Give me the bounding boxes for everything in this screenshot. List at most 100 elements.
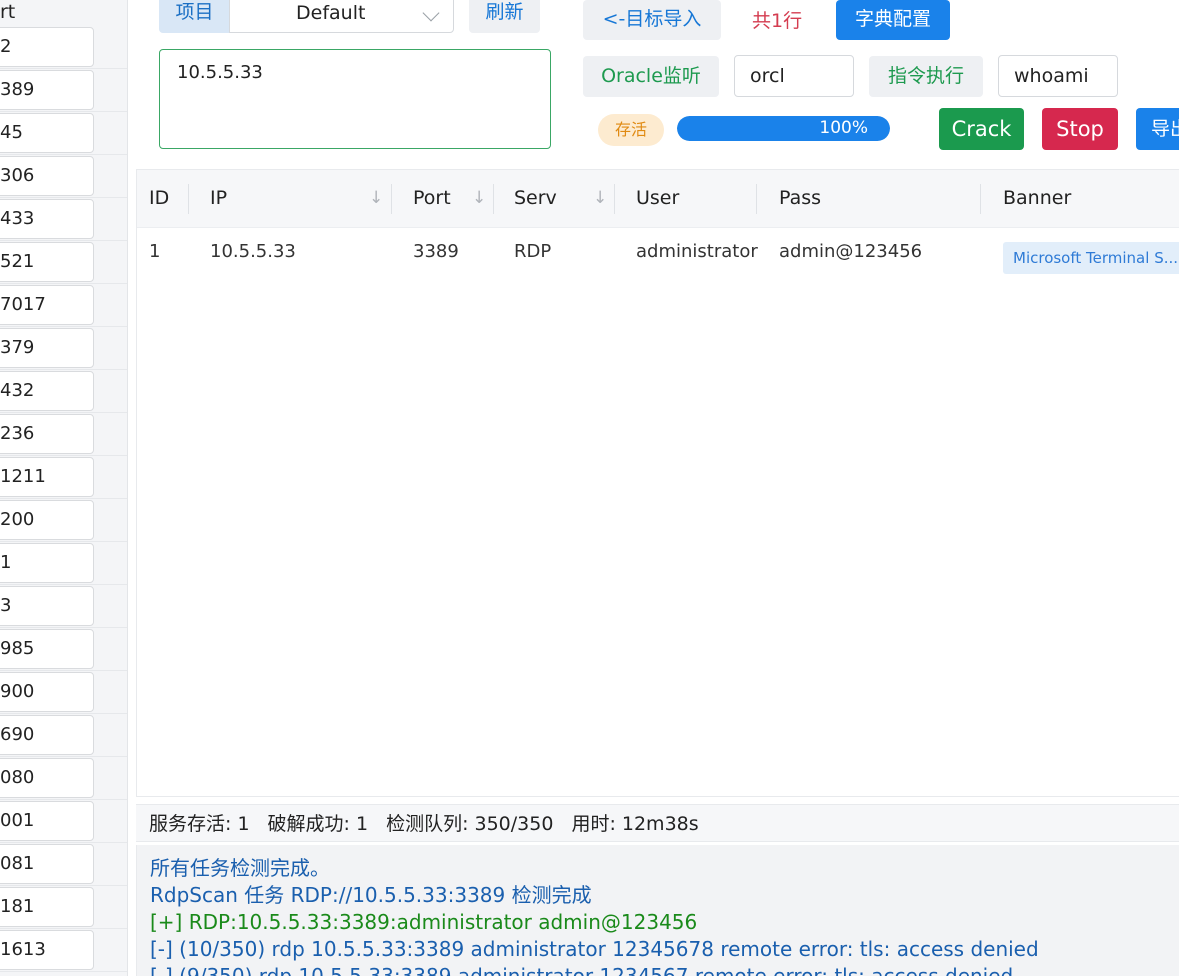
column-divider[interactable] — [391, 184, 392, 214]
cell-user: administrator — [636, 241, 758, 262]
port-row: 2 — [0, 26, 127, 69]
port-input[interactable]: 1613 — [0, 930, 94, 970]
results-table: ID IP ↓ Port ↓ Serv ↓ User Pass Banner 1… — [136, 169, 1179, 797]
port-row: 1 — [0, 542, 127, 585]
port-input[interactable]: 690 — [0, 715, 94, 755]
log-panel[interactable]: 所有任务检测完成。 RdpScan 任务 RDP://10.5.5.33:338… — [136, 845, 1179, 976]
port-row: 690 — [0, 714, 127, 757]
column-divider[interactable] — [493, 184, 494, 214]
port-row: 389 — [0, 69, 127, 112]
port-row: 1613 — [0, 929, 127, 972]
log-line: RdpScan 任务 RDP://10.5.5.33:3389 检测完成 — [150, 883, 592, 907]
port-input[interactable]: 7017 — [0, 285, 94, 325]
column-header-pass[interactable]: Pass — [779, 170, 821, 227]
column-header-id[interactable]: ID — [149, 170, 169, 227]
cell-pass: admin@123456 — [779, 241, 923, 262]
port-input[interactable]: 1211 — [0, 457, 94, 497]
column-divider[interactable] — [614, 184, 615, 214]
port-input[interactable]: 236 — [0, 414, 94, 454]
port-input[interactable]: 080 — [0, 758, 94, 798]
chevron-down-icon — [422, 4, 440, 22]
port-row: 001 — [0, 800, 127, 843]
port-row: 900 — [0, 671, 127, 714]
export-button[interactable]: 导出 — [1136, 108, 1179, 150]
port-input[interactable]: 2 — [0, 27, 94, 67]
port-input[interactable]: 081 — [0, 844, 94, 884]
dict-config-button[interactable]: 字典配置 — [836, 0, 950, 40]
target-import-button[interactable]: <-目标导入 — [583, 0, 721, 40]
progress-text: 100% — [819, 118, 868, 138]
column-header-ip[interactable]: IP — [210, 170, 227, 227]
port-input[interactable]: 985 — [0, 629, 94, 669]
sort-arrow-icon[interactable]: ↓ — [472, 170, 486, 227]
port-row: 433 — [0, 198, 127, 241]
port-input[interactable]: 432 — [0, 371, 94, 411]
log-line: [-] (10/350) rdp 10.5.5.33:3389 administ… — [150, 937, 1039, 961]
column-header-banner[interactable]: Banner — [1003, 170, 1071, 227]
target-input[interactable]: 10.5.5.33 — [159, 49, 551, 149]
port-input[interactable]: 200 — [0, 500, 94, 540]
status-cracked: 破解成功: 1 — [267, 813, 369, 835]
column-header-serv[interactable]: Serv — [514, 170, 557, 227]
port-input[interactable]: 001 — [0, 801, 94, 841]
port-row: 081 — [0, 843, 127, 886]
port-row: 985 — [0, 628, 127, 671]
oracle-listener-button[interactable]: Oracle监听 — [583, 56, 719, 97]
command-exec-button[interactable]: 指令执行 — [869, 56, 983, 97]
port-input[interactable]: 181 — [0, 887, 94, 927]
port-row: 3 — [0, 585, 127, 628]
port-row: 521 — [0, 241, 127, 284]
port-list: 2 389 45 306 433 521 7017 379 432 236 12… — [0, 26, 127, 972]
port-sidebar: rt 2 389 45 306 433 521 7017 379 432 236… — [0, 0, 128, 976]
port-input[interactable]: 1 — [0, 543, 94, 583]
stop-button[interactable]: Stop — [1042, 108, 1118, 150]
port-row: 1211 — [0, 456, 127, 499]
column-divider[interactable] — [756, 184, 757, 214]
oracle-sid-input[interactable]: orcl — [734, 55, 854, 97]
port-column-header: rt — [0, 1, 16, 23]
port-row: 181 — [0, 886, 127, 929]
port-input[interactable]: 433 — [0, 199, 94, 239]
column-header-port[interactable]: Port — [413, 170, 451, 227]
port-row: 306 — [0, 155, 127, 198]
log-line-success: [+] RDP:10.5.5.33:3389:administrator adm… — [150, 910, 698, 934]
column-header-user[interactable]: User — [636, 170, 679, 227]
project-select-value: Default — [296, 2, 366, 24]
status-elapsed: 用时: 12m38s — [571, 813, 699, 835]
port-row: 7017 — [0, 284, 127, 327]
sort-arrow-icon[interactable]: ↓ — [593, 170, 607, 227]
column-divider[interactable] — [188, 184, 189, 214]
cell-banner-tag: Microsoft Terminal S... — [1003, 242, 1179, 274]
port-input[interactable]: 379 — [0, 328, 94, 368]
table-header: ID IP ↓ Port ↓ Serv ↓ User Pass Banner — [137, 170, 1179, 228]
port-row: 200 — [0, 499, 127, 542]
project-select[interactable]: Default — [229, 0, 454, 33]
crack-button[interactable]: Crack — [939, 108, 1024, 150]
port-input[interactable]: 45 — [0, 113, 94, 153]
port-input[interactable]: 306 — [0, 156, 94, 196]
refresh-button[interactable]: 刷新 — [469, 0, 540, 33]
port-row: 379 — [0, 327, 127, 370]
column-divider[interactable] — [980, 184, 981, 214]
command-input[interactable]: whoami — [998, 55, 1118, 97]
port-input[interactable]: 3 — [0, 586, 94, 626]
port-row: 432 — [0, 370, 127, 413]
cell-id: 1 — [149, 241, 161, 262]
sort-arrow-icon[interactable]: ↓ — [369, 170, 383, 227]
status-alive: 服务存活: 1 — [149, 813, 250, 835]
port-row: 45 — [0, 112, 127, 155]
port-input[interactable]: 900 — [0, 672, 94, 712]
port-row: 080 — [0, 757, 127, 800]
port-row: 236 — [0, 413, 127, 456]
progress-bar: 100% — [677, 116, 890, 141]
cell-port: 3389 — [413, 241, 459, 262]
log-line: 所有任务检测完成。 — [150, 856, 330, 880]
project-label: 项目 — [159, 0, 230, 33]
cell-ip: 10.5.5.33 — [210, 241, 296, 262]
cell-serv: RDP — [514, 241, 552, 262]
status-bar: 服务存活: 1 破解成功: 1 检测队列: 350/350 用时: 12m38s — [136, 804, 1179, 842]
port-input[interactable]: 521 — [0, 242, 94, 282]
alive-badge[interactable]: 存活 — [598, 114, 664, 146]
row-count: 共1行 — [752, 10, 803, 32]
port-input[interactable]: 389 — [0, 70, 94, 110]
